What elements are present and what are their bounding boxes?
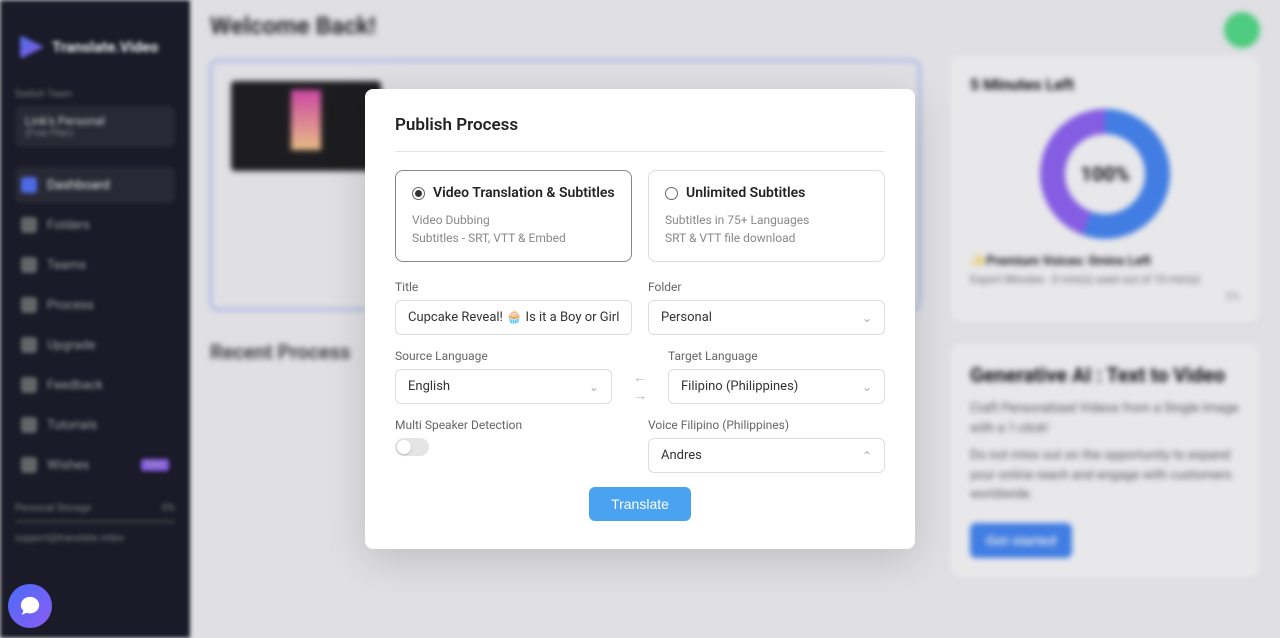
source-language-label: Source Language <box>395 349 612 363</box>
option-video-translation[interactable]: Video Translation & Subtitles Video Dubb… <box>395 170 632 262</box>
target-language-select[interactable]: Filipino (Philippines) ⌄ <box>668 369 885 404</box>
translate-button[interactable]: Translate <box>589 487 691 521</box>
chevron-down-icon: ⌄ <box>862 380 872 394</box>
chevron-down-icon: ⌄ <box>589 380 599 394</box>
chat-icon <box>19 595 41 617</box>
radio-icon <box>412 187 425 200</box>
chat-bubble[interactable] <box>8 584 52 628</box>
publish-process-modal: Publish Process Video Translation & Subt… <box>365 89 915 549</box>
chevron-up-icon: ⌃ <box>862 449 872 463</box>
swap-left-icon[interactable]: ← <box>628 371 652 385</box>
radio-icon <box>665 187 678 200</box>
modal-title: Publish Process <box>395 115 885 152</box>
chevron-down-icon: ⌄ <box>862 311 872 325</box>
multi-speaker-label: Multi Speaker Detection <box>395 418 632 432</box>
voice-select[interactable]: Andres ⌃ <box>648 438 885 473</box>
title-input[interactable] <box>395 300 632 335</box>
source-language-select[interactable]: English ⌄ <box>395 369 612 404</box>
swap-right-icon[interactable]: → <box>628 389 652 403</box>
target-language-label: Target Language <box>668 349 885 363</box>
title-label: Title <box>395 280 632 294</box>
multi-speaker-toggle[interactable] <box>395 438 429 456</box>
folder-label: Folder <box>648 280 885 294</box>
voice-label: Voice Filipino (Philippines) <box>648 418 885 432</box>
folder-select[interactable]: Personal ⌄ <box>648 300 885 335</box>
option-unlimited-subtitles[interactable]: Unlimited Subtitles Subtitles in 75+ Lan… <box>648 170 885 262</box>
modal-overlay: Publish Process Video Translation & Subt… <box>0 0 1280 638</box>
